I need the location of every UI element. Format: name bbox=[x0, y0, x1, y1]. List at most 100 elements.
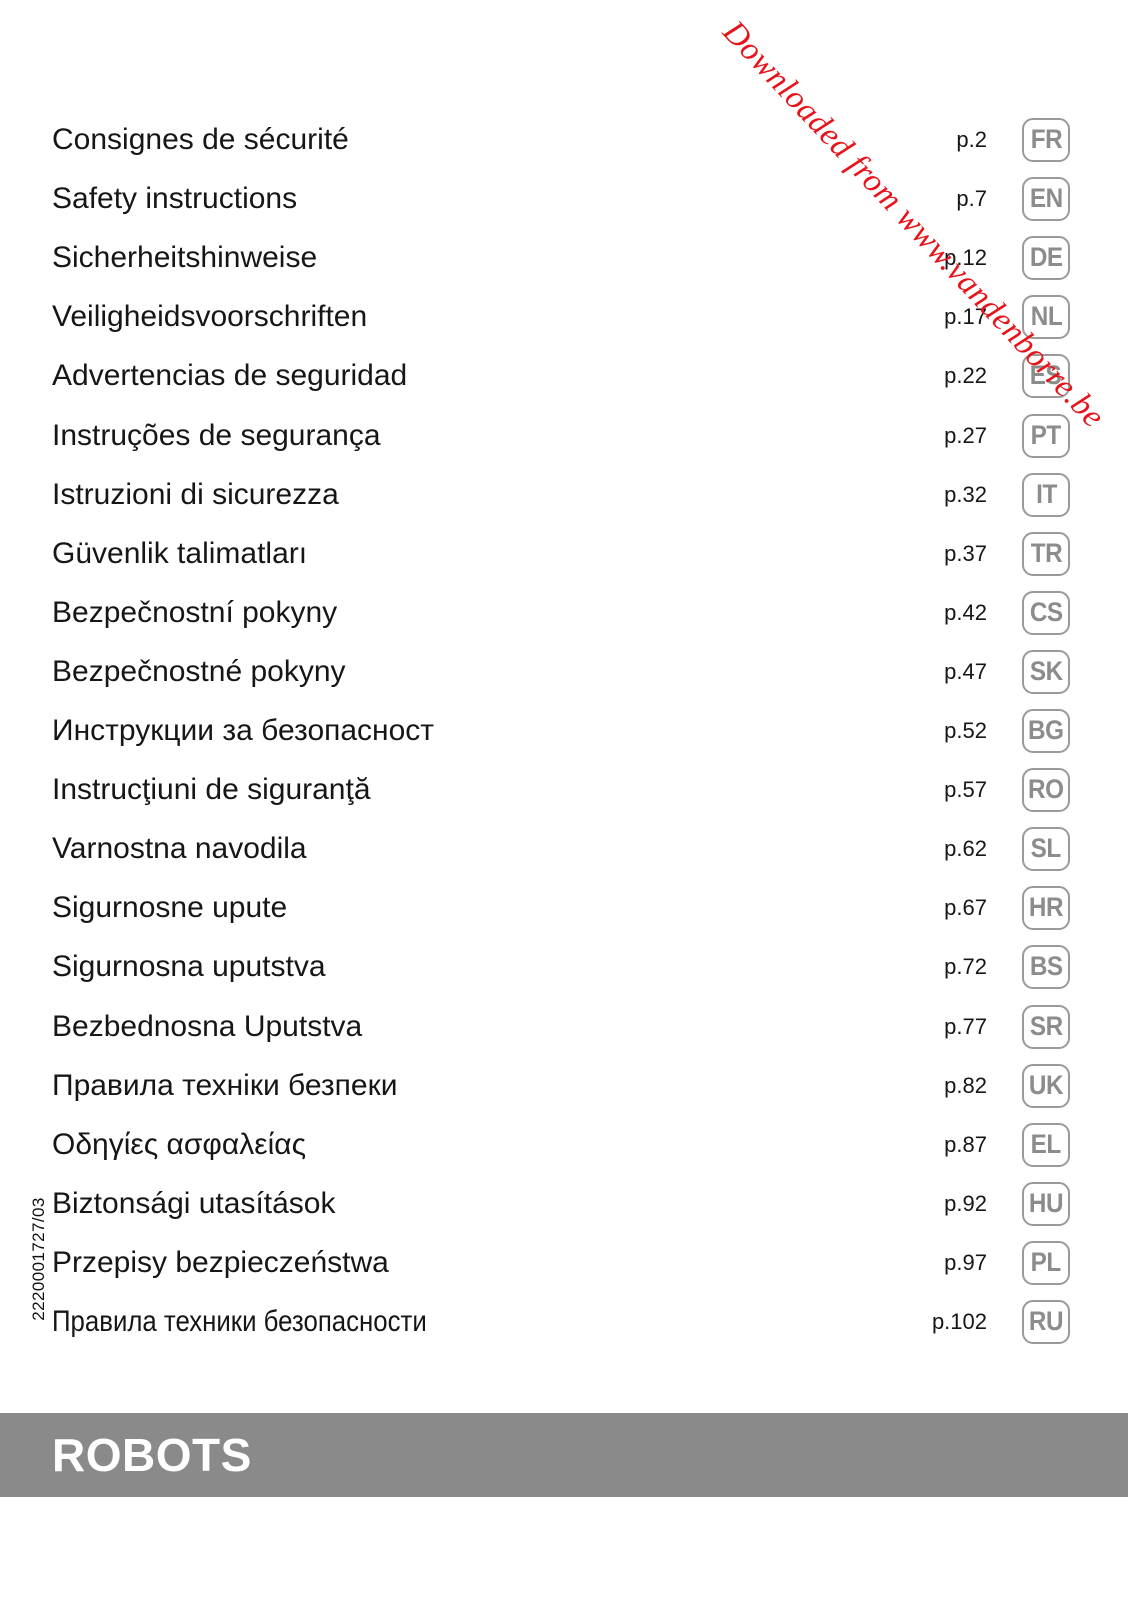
language-code-label: PT bbox=[1030, 419, 1062, 450]
page-number: p.102 bbox=[931, 1309, 987, 1334]
language-name: Sicherheitshinweise bbox=[52, 241, 318, 275]
language-row[interactable]: Varnostna navodila p.62 SL bbox=[0, 827, 1128, 886]
language-name: Sigurnosne upute bbox=[52, 891, 288, 925]
language-code-label: BG bbox=[1028, 715, 1064, 745]
language-code-badge[interactable]: IT bbox=[1022, 472, 1070, 517]
language-row[interactable]: Veiligheidsvoorschriften p.17 NL bbox=[0, 295, 1128, 354]
language-code-badge[interactable]: BS bbox=[1022, 945, 1070, 990]
language-code-badge[interactable]: UK bbox=[1022, 1063, 1070, 1108]
language-code-badge[interactable]: EL bbox=[1022, 1122, 1070, 1167]
language-code-label: FR bbox=[1030, 124, 1062, 154]
page-number: p.67 bbox=[944, 895, 987, 921]
language-code-label: EL bbox=[1030, 1128, 1062, 1159]
language-code-badge[interactable]: PL bbox=[1022, 1240, 1070, 1285]
page-number: p.2 bbox=[956, 127, 987, 152]
language-code-badge[interactable]: RO bbox=[1022, 768, 1070, 813]
language-code-badge[interactable]: NL bbox=[1022, 295, 1070, 340]
page-number: p.52 bbox=[944, 718, 987, 743]
page-number: p.97 bbox=[944, 1249, 987, 1275]
language-code-label: TR bbox=[1030, 537, 1062, 568]
language-row[interactable]: Przepisy bezpieczeństwa p.97 PL bbox=[0, 1240, 1128, 1300]
language-code-badge[interactable]: SL bbox=[1022, 827, 1070, 872]
language-name: Правила техники безопасности bbox=[52, 1305, 427, 1338]
language-code-label: RU bbox=[1028, 1306, 1064, 1336]
language-code-label: IT bbox=[1035, 478, 1057, 509]
language-code-label: CS bbox=[1029, 596, 1063, 627]
language-name: Veiligheidsvoorschriften bbox=[52, 300, 368, 334]
page-number: p.12 bbox=[944, 245, 987, 271]
language-name: Οδηγίες ασφαλείας bbox=[52, 1127, 307, 1161]
page-number: p.82 bbox=[944, 1072, 987, 1098]
language-row[interactable]: Advertencias de seguridad p.22 ES bbox=[0, 354, 1128, 413]
language-code-label: ES bbox=[1030, 360, 1062, 391]
language-code-label: PL bbox=[1030, 1246, 1062, 1277]
language-row[interactable]: Istruzioni di sicurezza p.32 IT bbox=[0, 472, 1128, 532]
language-name: Istruzioni di sicurezza bbox=[52, 477, 339, 511]
page-number: p.87 bbox=[944, 1131, 987, 1157]
language-row[interactable]: Sicherheitshinweise p.12 DE bbox=[0, 236, 1128, 295]
page-number: p.92 bbox=[944, 1190, 987, 1216]
page-number: p.27 bbox=[944, 422, 987, 448]
footer-bar: ROBOTS bbox=[0, 1413, 1128, 1497]
language-row[interactable]: Правила техніки безпеки p.82 UK bbox=[0, 1063, 1128, 1123]
language-name: Bezpečnostné pokyny bbox=[52, 654, 346, 688]
language-name: Instruções de segurança bbox=[52, 418, 381, 452]
language-code-badge[interactable]: SK bbox=[1022, 649, 1070, 694]
language-name: Sigurnosna uputstva bbox=[52, 950, 326, 984]
language-code-label: UK bbox=[1028, 1069, 1064, 1100]
page-number: p.62 bbox=[944, 836, 987, 862]
language-code-badge[interactable]: SR bbox=[1022, 1004, 1070, 1049]
language-name: Bezpečnostní pokyny bbox=[52, 595, 338, 629]
page-number: p.17 bbox=[944, 304, 987, 330]
page-number: p.37 bbox=[944, 540, 987, 566]
language-code-badge[interactable]: ES bbox=[1022, 354, 1070, 399]
language-code-badge[interactable]: HU bbox=[1022, 1181, 1070, 1226]
language-code-badge[interactable]: TR bbox=[1022, 531, 1070, 576]
language-code-label: SK bbox=[1029, 655, 1063, 686]
page-number: p.77 bbox=[944, 1013, 987, 1039]
page-number: p.47 bbox=[944, 658, 987, 684]
footer-title: ROBOTS bbox=[52, 1429, 252, 1481]
language-name: Consignes de sécurité bbox=[52, 123, 349, 156]
page-number: p.7 bbox=[956, 186, 987, 212]
language-name: Güvenlik talimatları bbox=[52, 536, 308, 570]
language-row[interactable]: Bezpečnostní pokyny p.42 CS bbox=[0, 590, 1128, 650]
language-code-label: HR bbox=[1028, 892, 1064, 923]
language-code-badge[interactable]: PT bbox=[1022, 413, 1070, 458]
page-number: p.72 bbox=[944, 954, 987, 980]
language-row[interactable]: Инструкции за безопасност p.52 BG bbox=[0, 709, 1128, 768]
language-code-badge[interactable]: BG bbox=[1022, 709, 1070, 753]
language-code-badge[interactable]: EN bbox=[1022, 177, 1070, 222]
language-name: Przepisy bezpieczeństwa bbox=[52, 1245, 389, 1279]
language-code-badge[interactable]: FR bbox=[1022, 118, 1070, 162]
language-name: Varnostna navodila bbox=[52, 832, 307, 866]
language-name: Правила техніки безпеки bbox=[52, 1068, 398, 1102]
language-code-label: RO bbox=[1028, 774, 1064, 805]
language-code-badge[interactable]: RU bbox=[1022, 1300, 1070, 1344]
language-code-label: HU bbox=[1028, 1187, 1064, 1218]
language-row[interactable]: Biztonsági utasítások p.92 HU bbox=[0, 1181, 1128, 1241]
language-row[interactable]: Consignes de sécurité p.2 FR bbox=[0, 118, 1128, 177]
language-name: Bezbednosna Uputstva bbox=[52, 1009, 363, 1043]
language-name: Instrucţiuni de siguranţă bbox=[52, 773, 371, 807]
page-number: p.42 bbox=[944, 599, 987, 625]
language-code-badge[interactable]: CS bbox=[1022, 590, 1070, 635]
language-row[interactable]: Güvenlik talimatları p.37 TR bbox=[0, 531, 1128, 591]
language-row[interactable]: Bezbednosna Uputstva p.77 SR bbox=[0, 1004, 1128, 1064]
language-code-badge[interactable]: HR bbox=[1022, 886, 1070, 931]
language-code-label: EN bbox=[1029, 183, 1063, 214]
language-name: Advertencias de seguridad bbox=[52, 359, 408, 393]
language-name: Safety instructions bbox=[52, 182, 298, 216]
language-row[interactable]: Οδηγίες ασφαλείας p.87 EL bbox=[0, 1122, 1128, 1182]
language-row[interactable]: Sigurnosne upute p.67 HR bbox=[0, 886, 1128, 945]
language-code-badge[interactable]: DE bbox=[1022, 236, 1070, 281]
language-row[interactable]: Instruções de segurança p.27 PT bbox=[0, 413, 1128, 473]
language-row[interactable]: Bezpečnostné pokyny p.47 SK bbox=[0, 649, 1128, 709]
page-number: p.32 bbox=[944, 481, 987, 507]
language-row[interactable]: Правила техники безопасности p.102 RU bbox=[0, 1300, 1128, 1359]
language-code-label: NL bbox=[1030, 301, 1062, 332]
language-code-label: SR bbox=[1029, 1010, 1063, 1041]
language-row[interactable]: Sigurnosna uputstva p.72 BS bbox=[0, 945, 1128, 1004]
language-row[interactable]: Safety instructions p.7 EN bbox=[0, 177, 1128, 236]
language-row[interactable]: Instrucţiuni de siguranţă p.57 RO bbox=[0, 768, 1128, 827]
